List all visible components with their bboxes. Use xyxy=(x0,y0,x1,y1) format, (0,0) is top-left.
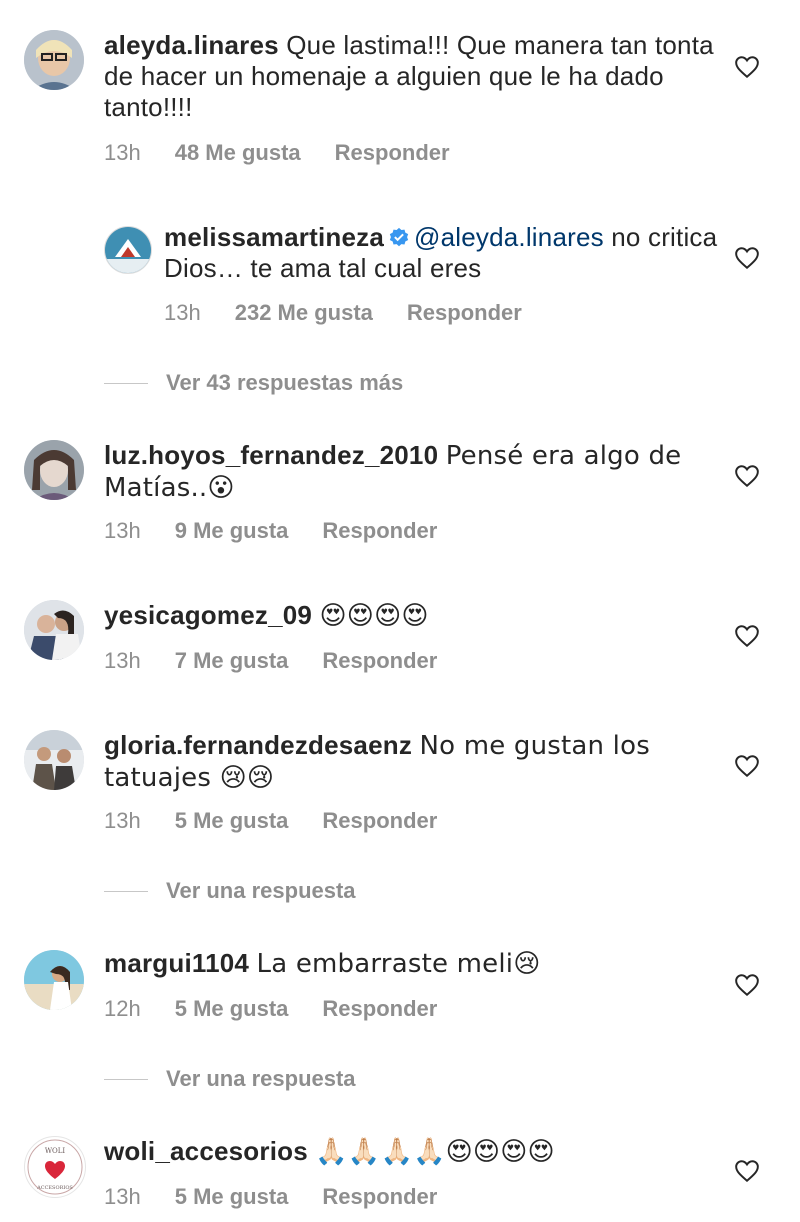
likes-count[interactable]: 232 Me gusta xyxy=(235,300,373,326)
avatar-image xyxy=(24,600,84,660)
timestamp: 13h xyxy=(104,1184,141,1209)
avatar-image xyxy=(24,730,84,790)
timestamp: 13h xyxy=(104,808,141,833)
comment-text: gloria.fernandezdesaenz No me gustan los… xyxy=(104,730,724,794)
username-link[interactable]: aleyda.linares xyxy=(104,30,279,60)
heart-outline-icon[interactable] xyxy=(734,972,760,998)
avatar-image xyxy=(105,227,151,273)
view-more-label: Ver 43 respuestas más xyxy=(166,370,404,395)
likes-count[interactable]: 5 Me gusta xyxy=(175,996,289,1022)
comment-text: yesicagomez_09 😍😍😍😍 xyxy=(104,600,724,632)
avatar[interactable] xyxy=(24,440,84,500)
reply-button[interactable]: Responder xyxy=(322,808,437,834)
username-link[interactable]: melissamartineza xyxy=(164,222,384,252)
username-link[interactable]: woli_accesorios xyxy=(104,1136,308,1166)
likes-count[interactable]: 5 Me gusta xyxy=(175,808,289,834)
timestamp: 13h xyxy=(104,648,141,673)
view-more-label: Ver una respuesta xyxy=(166,1066,356,1091)
likes-count[interactable]: 5 Me gusta xyxy=(175,1184,289,1210)
comment-text: woli_accesorios 🙏🏻🙏🏻🙏🏻🙏🏻😍😍😍😍 xyxy=(104,1136,724,1168)
avatar[interactable] xyxy=(24,950,84,1010)
username-link[interactable]: yesicagomez_09 xyxy=(104,600,312,630)
reply-button[interactable]: Responder xyxy=(322,996,437,1022)
timestamp: 13h xyxy=(104,140,141,165)
comment-body: 🙏🏻🙏🏻🙏🏻🙏🏻😍😍😍😍 xyxy=(315,1137,555,1167)
timestamp: 13h xyxy=(164,300,201,325)
comment-text: aleyda.linares Que lastima!!! Que manera… xyxy=(104,30,724,123)
heart-outline-icon[interactable] xyxy=(734,463,760,489)
woli-logo: WOLI ACCESORIOS xyxy=(27,1139,83,1195)
divider xyxy=(104,1078,148,1080)
username-link[interactable]: luz.hoyos_fernandez_2010 xyxy=(104,440,438,470)
timestamp: 13h xyxy=(104,518,141,543)
comment-body: La embarraste meli😢 xyxy=(256,949,541,979)
divider xyxy=(104,890,148,892)
reply-button[interactable]: Responder xyxy=(407,300,522,326)
likes-count[interactable]: 48 Me gusta xyxy=(175,140,301,166)
avatar[interactable]: WOLI ACCESORIOS xyxy=(24,1136,86,1198)
heart-outline-icon[interactable] xyxy=(734,623,760,649)
heart-outline-icon[interactable] xyxy=(734,54,760,80)
avatar[interactable] xyxy=(24,730,84,790)
avatar-image xyxy=(24,30,84,90)
heart-outline-icon[interactable] xyxy=(734,1158,760,1184)
mention-link[interactable]: @aleyda.linares xyxy=(414,222,604,252)
verified-badge-icon xyxy=(389,227,409,247)
avatar[interactable] xyxy=(24,30,84,90)
comment-text: margui1104 La embarraste meli😢 xyxy=(104,948,724,980)
likes-count[interactable]: 7 Me gusta xyxy=(175,648,289,674)
heart-outline-icon[interactable] xyxy=(734,245,760,271)
reply-button[interactable]: Responder xyxy=(322,518,437,544)
username-link[interactable]: gloria.fernandezdesaenz xyxy=(104,730,412,760)
comment-meta: 13h 5 Me gusta Responder xyxy=(104,1184,437,1210)
reply-button[interactable]: Responder xyxy=(322,1184,437,1210)
comment-meta: 13h 9 Me gusta Responder xyxy=(104,518,437,544)
username-link[interactable]: margui1104 xyxy=(104,948,249,978)
comment-body: 😍😍😍😍 xyxy=(319,601,429,631)
comment-meta: 13h 5 Me gusta Responder xyxy=(104,808,437,834)
view-reply-button[interactable]: Ver una respuesta xyxy=(104,878,356,904)
comment-meta: 13h 48 Me gusta Responder xyxy=(104,140,450,166)
reply-button[interactable]: Responder xyxy=(322,648,437,674)
svg-text:ACCESORIOS: ACCESORIOS xyxy=(36,1185,73,1191)
comment-text: melissamartineza @aleyda.linares no criti… xyxy=(164,222,724,284)
comment-meta: 13h 232 Me gusta Responder xyxy=(164,300,522,326)
view-more-replies-button[interactable]: Ver 43 respuestas más xyxy=(104,370,403,396)
avatar-image xyxy=(24,950,84,1010)
view-more-label: Ver una respuesta xyxy=(166,878,356,903)
reply-button[interactable]: Responder xyxy=(335,140,450,166)
avatar[interactable] xyxy=(24,600,84,660)
comment-text: luz.hoyos_fernandez_2010 Pensé era algo … xyxy=(104,440,724,504)
svg-text:WOLI: WOLI xyxy=(45,1147,66,1155)
likes-count[interactable]: 9 Me gusta xyxy=(175,518,289,544)
view-reply-button[interactable]: Ver una respuesta xyxy=(104,1066,356,1092)
timestamp: 12h xyxy=(104,996,141,1021)
comment-meta: 12h 5 Me gusta Responder xyxy=(104,996,437,1022)
avatar-image xyxy=(24,440,84,500)
divider xyxy=(104,382,148,384)
avatar[interactable] xyxy=(104,226,152,274)
heart-outline-icon[interactable] xyxy=(734,753,760,779)
comment-meta: 13h 7 Me gusta Responder xyxy=(104,648,437,674)
